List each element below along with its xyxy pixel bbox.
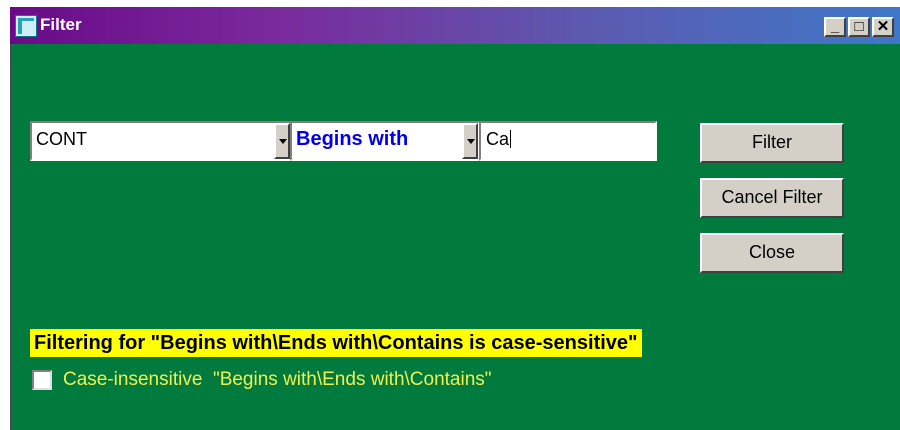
operator-select-value: Begins with bbox=[296, 128, 409, 150]
filter-value-text: Ca bbox=[486, 129, 510, 149]
field-select-value: CONT bbox=[36, 129, 87, 149]
minimize-button[interactable]: _ bbox=[824, 17, 846, 37]
field-select[interactable]: CONT bbox=[30, 121, 292, 161]
chevron-down-icon[interactable] bbox=[274, 123, 290, 159]
case-insensitive-label[interactable]: Case-insensitive "Begins with\Ends with\… bbox=[63, 369, 492, 391]
close-icon: ✕ bbox=[876, 18, 890, 35]
cancel-filter-button[interactable]: Cancel Filter bbox=[700, 178, 844, 218]
table-icon bbox=[15, 15, 37, 37]
close-window-button[interactable]: ✕ bbox=[872, 17, 894, 37]
maximize-button[interactable]: □ bbox=[848, 17, 870, 37]
text-cursor bbox=[510, 130, 512, 148]
filter-window: Filter _ □ ✕ CONT Begins with Ca Filter … bbox=[10, 7, 900, 430]
minimize-icon: _ bbox=[830, 18, 840, 35]
filter-status-banner: Filtering for "Begins with\Ends with\Con… bbox=[30, 329, 642, 357]
chevron-down-icon[interactable] bbox=[462, 123, 478, 159]
operator-select[interactable]: Begins with bbox=[290, 121, 480, 161]
filter-button[interactable]: Filter bbox=[700, 123, 844, 163]
filter-value-input[interactable]: Ca bbox=[479, 121, 657, 161]
case-insensitive-checkbox[interactable] bbox=[32, 370, 52, 390]
window-title: Filter bbox=[40, 15, 82, 34]
close-button[interactable]: Close bbox=[700, 233, 844, 273]
title-bar[interactable]: Filter _ □ ✕ bbox=[10, 7, 900, 44]
maximize-icon: □ bbox=[854, 18, 864, 35]
